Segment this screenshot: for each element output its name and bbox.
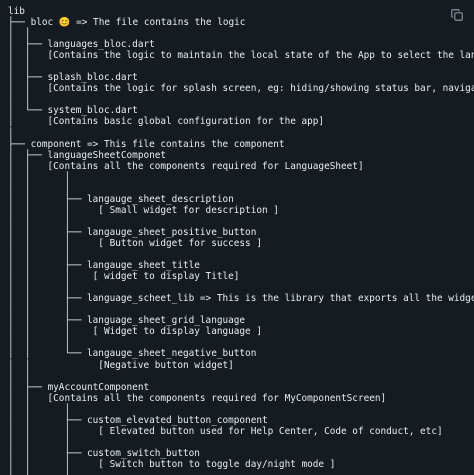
code-line: lib [8,6,25,17]
code-line: │ [Contains basic global configuration f… [8,116,325,128]
directory-tree: lib ├── bloc 😊 => The file contains the l… [0,0,474,475]
code-line: │ ├── myAccountComponent [8,381,150,393]
code-line: │ │ [8,61,31,73]
code-line: │ │ │ [8,470,474,475]
code-line: │ ├── languageSheetComponet [8,149,167,161]
code-line: │ │ │ [8,337,71,349]
code-line: │ │ ├── language_sheet_grid_language [8,315,246,327]
code-line: │ │ [Contains the logic for splash scree… [8,83,474,95]
code-line: │ │ [Contains all the components require… [8,392,387,404]
code-line: ├── bloc 😊 => The file contains the logi… [8,17,246,29]
code-line: │ │ ├── custom_switch_button [8,447,200,459]
copy-icon [451,9,463,21]
code-line: │ │ │ [8,403,71,415]
code-line: │ │ [8,28,31,40]
code-line: │ │ ├── language_scheet_lib => This is t… [8,293,474,305]
code-line: │ │ ├── custom_elevated_button_component [8,414,268,426]
code-line: │ │ │ [ Button widget for success ] [8,237,262,249]
code-line: │ │ │ [8,182,71,194]
code-line: │ │ [8,370,31,382]
code-line: │ │ │ [ Switch button to toggle day/nigh… [8,458,336,470]
code-line: │ │ │ [8,282,71,294]
code-line: │ ├── splash_bloc.dart [8,72,138,84]
code-line: │ │ [Contains the logic to maintain the … [8,50,474,62]
code-line: │ │ └── langauge_sheet_negative_button [8,348,257,360]
code-line: │ [8,127,14,139]
code-line: │ │ │ [ Small widget for description ] [8,204,279,216]
code-line: │ │ │ [8,304,71,316]
copy-button[interactable] [446,4,468,26]
code-line: │ │ │ [8,436,71,448]
code-line: │ │ │ [ Elevated button used for Help Ce… [8,425,443,437]
code-line: │ │ │ [8,215,71,227]
code-line: │ │ ├── langauge_sheet_title [8,260,200,272]
code-line: │ │ │ [ Widget to display language ] [8,326,262,338]
code-line: │ │ │ [ widget to display Title] [8,271,240,283]
code-line: │ │ ├── langauge_sheet_positive_button [8,226,257,238]
code-line: │ │ [Contains all the components require… [8,160,364,172]
code-line: │ │ [Negative button widget] [8,359,234,371]
code-line: │ │ ├── langauge_sheet_description [8,193,234,205]
code-block: lib ├── bloc 😊 => The file contains the l… [0,0,474,475]
code-line: ├── component => This file contains the … [8,138,285,150]
code-line: │ ├── languages_bloc.dart [8,39,155,51]
code-line: │ │ │ [8,171,71,183]
code-line: │ │ [8,94,31,106]
code-line: │ └── system_bloc.dart [8,105,138,117]
code-line: │ │ │ [8,249,71,261]
